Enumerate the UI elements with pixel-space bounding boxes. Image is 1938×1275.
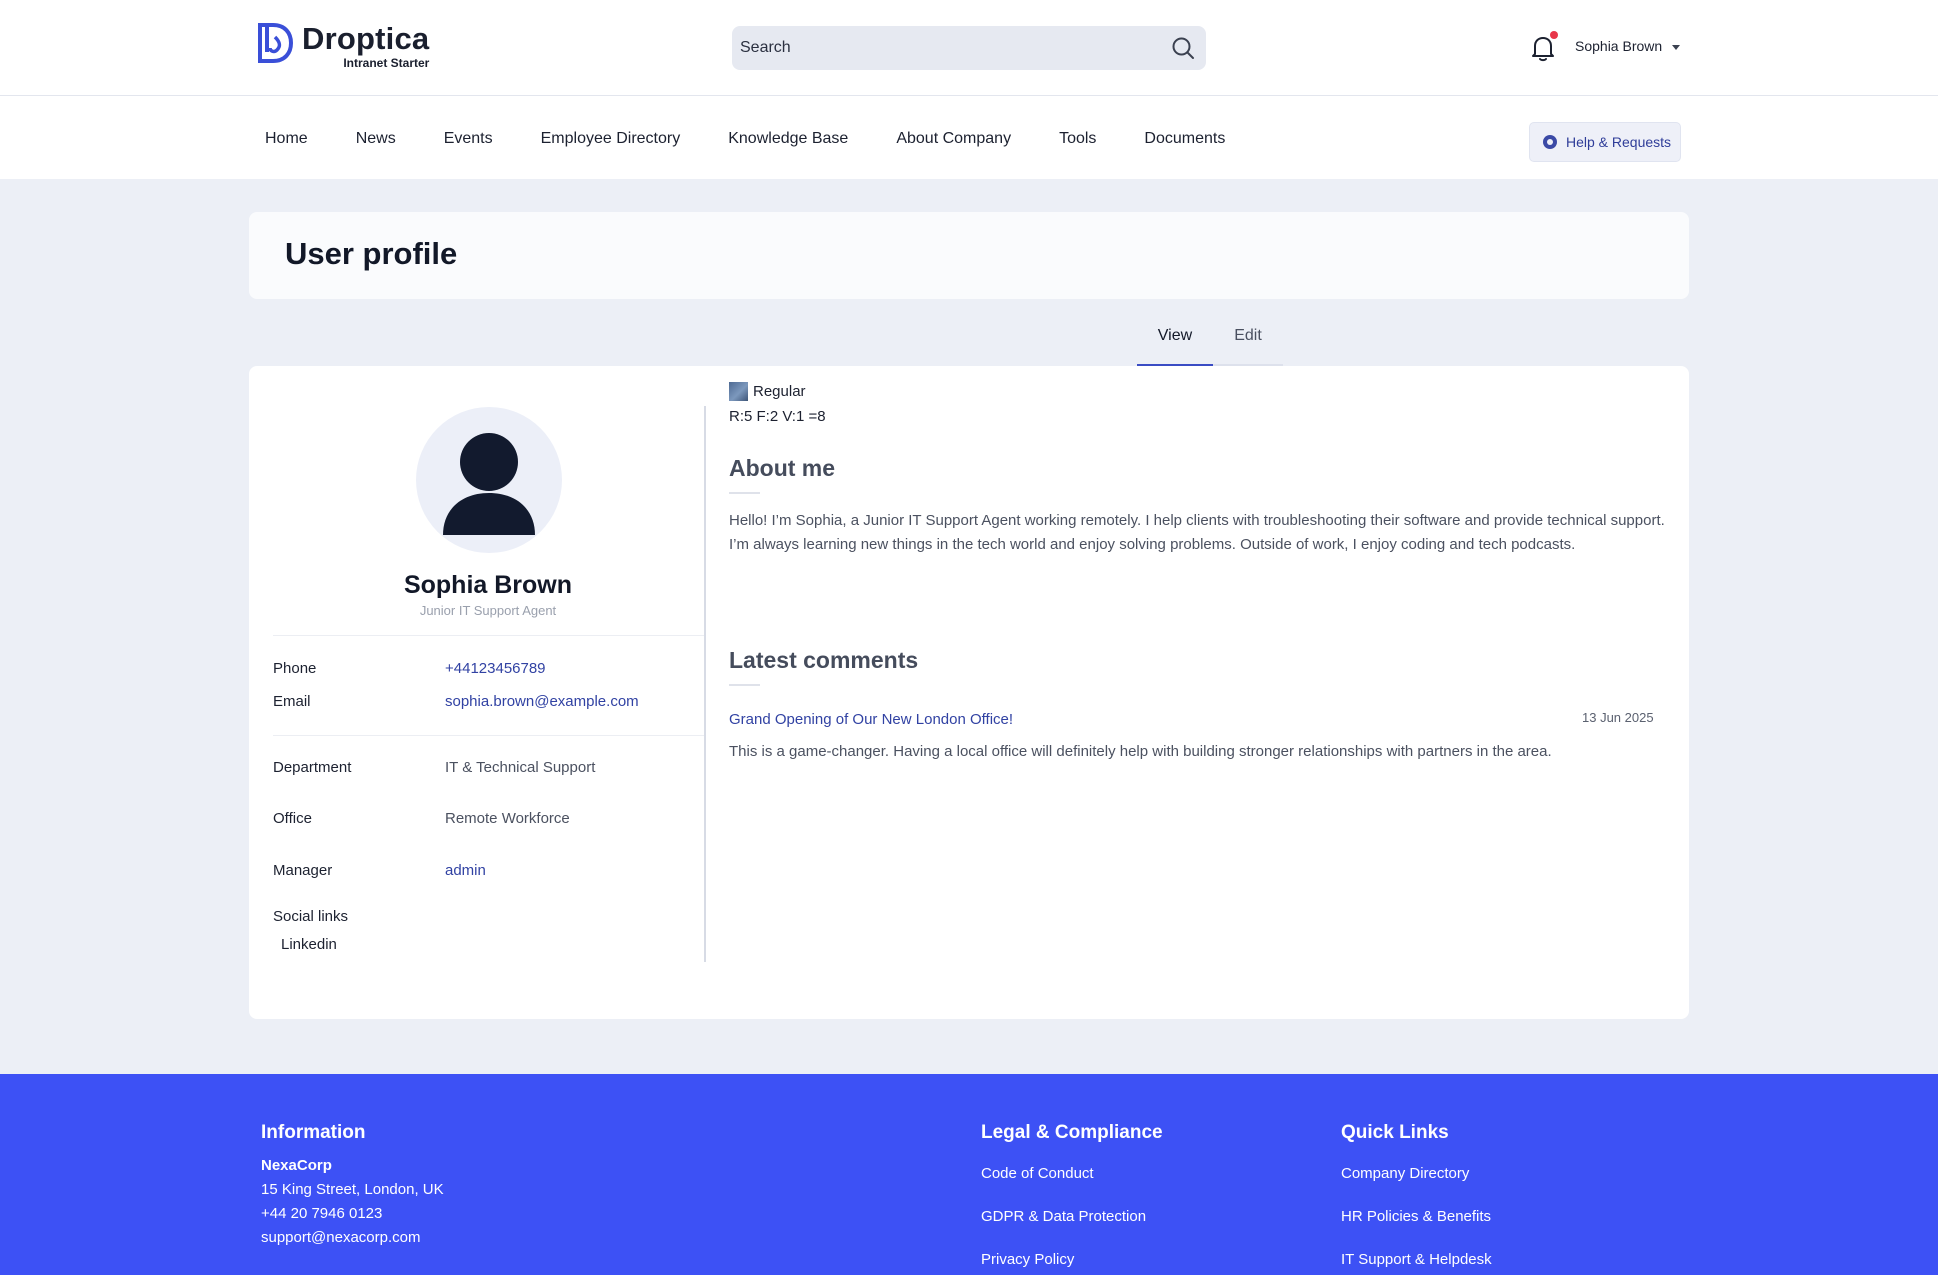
- tab-edit[interactable]: Edit: [1213, 316, 1283, 366]
- rank-badge-label: Regular: [753, 383, 806, 400]
- footer-link-company-directory[interactable]: Company Directory: [1341, 1165, 1469, 1182]
- department-value: IT & Technical Support: [445, 759, 596, 776]
- profile-name: Sophia Brown: [403, 571, 573, 599]
- notification-dot: [1550, 31, 1558, 39]
- top-header: Droptica Intranet Starter Sophia Brown: [0, 0, 1938, 96]
- help-requests-button[interactable]: Help & Requests: [1529, 122, 1681, 162]
- help-icon: [1543, 135, 1557, 149]
- footer-info-title: Information: [261, 1122, 366, 1143]
- rank-stats: R:5 F:2 V:1 =8: [729, 408, 826, 425]
- phone-link[interactable]: +44123456789: [445, 660, 546, 677]
- divider: [273, 735, 704, 736]
- footer-quick-links-title: Quick Links: [1341, 1122, 1449, 1143]
- about-text: Hello! I’m Sophia, a Junior IT Support A…: [729, 512, 1665, 553]
- manager-label: Manager: [273, 862, 333, 879]
- user-avatar-icon: [443, 433, 535, 535]
- section-underline: [729, 684, 760, 686]
- phone-label: Phone: [273, 660, 317, 677]
- nav-item-tools[interactable]: Tools: [1059, 130, 1096, 148]
- profile-role: Junior IT Support Agent: [419, 603, 557, 618]
- user-menu-name[interactable]: Sophia Brown: [1575, 38, 1662, 54]
- footer-link-it-support[interactable]: IT Support & Helpdesk: [1341, 1251, 1492, 1268]
- divider: [273, 635, 704, 636]
- chevron-down-icon[interactable]: [1672, 45, 1680, 50]
- avatar: [416, 407, 562, 553]
- nav-item-knowledge-base[interactable]: Knowledge Base: [728, 130, 848, 148]
- nav-item-documents[interactable]: Documents: [1144, 130, 1225, 148]
- manager-link[interactable]: admin: [445, 862, 486, 879]
- latest-comments-title: Latest comments: [729, 647, 919, 673]
- search-input[interactable]: [740, 39, 1170, 57]
- rank-badge: Regular: [729, 382, 806, 401]
- brand-subtitle: Intranet Starter: [343, 56, 430, 70]
- page-title: User profile: [285, 236, 458, 271]
- column-divider: [704, 406, 706, 962]
- footer-legal-title: Legal & Compliance: [981, 1122, 1163, 1143]
- email-link[interactable]: sophia.brown@example.com: [445, 693, 639, 710]
- department-label: Department: [273, 759, 352, 776]
- comment-title-link[interactable]: Grand Opening of Our New London Office!: [729, 711, 1013, 728]
- footer-email: support@nexacorp.com: [261, 1229, 421, 1246]
- about-title: About me: [729, 455, 836, 481]
- section-underline: [729, 492, 760, 494]
- office-value: Remote Workforce: [445, 810, 570, 827]
- search-box: [732, 26, 1206, 70]
- social-links-label: Social links: [273, 908, 349, 925]
- email-label: Email: [273, 693, 311, 710]
- brand-name: Droptica: [302, 21, 430, 56]
- footer-link-code-of-conduct[interactable]: Code of Conduct: [981, 1165, 1094, 1182]
- nav-item-news[interactable]: News: [356, 130, 396, 148]
- profile-tabs: View Edit: [1137, 316, 1283, 366]
- footer-company: NexaCorp: [261, 1157, 332, 1174]
- nav-item-about-company[interactable]: About Company: [896, 130, 1011, 148]
- footer-address: 15 King Street, London, UK: [261, 1181, 444, 1198]
- nav-item-employee-directory[interactable]: Employee Directory: [541, 130, 681, 148]
- droptica-logo-icon: [258, 23, 294, 63]
- footer-link-gdpr[interactable]: GDPR & Data Protection: [981, 1208, 1146, 1225]
- comment-body: This is a game-changer. Having a local o…: [729, 743, 1552, 760]
- rank-badge-icon: [729, 382, 748, 401]
- footer-link-hr-policies[interactable]: HR Policies & Benefits: [1341, 1208, 1491, 1225]
- footer-link-privacy-policy[interactable]: Privacy Policy: [981, 1251, 1074, 1268]
- social-link-linkedin[interactable]: Linkedin: [281, 936, 337, 953]
- logo[interactable]: Droptica Intranet Starter: [256, 22, 429, 70]
- help-requests-label: Help & Requests: [1566, 134, 1672, 150]
- tab-view[interactable]: View: [1137, 316, 1213, 366]
- page-title-card: User profile: [249, 212, 1689, 299]
- nav-item-home[interactable]: Home: [265, 130, 308, 148]
- comment-date: 13 Jun 2025: [1582, 710, 1654, 725]
- nav-item-events[interactable]: Events: [444, 130, 493, 148]
- search-icon[interactable]: [1170, 35, 1196, 61]
- office-label: Office: [273, 810, 312, 827]
- footer-phone: +44 20 7946 0123: [261, 1205, 383, 1222]
